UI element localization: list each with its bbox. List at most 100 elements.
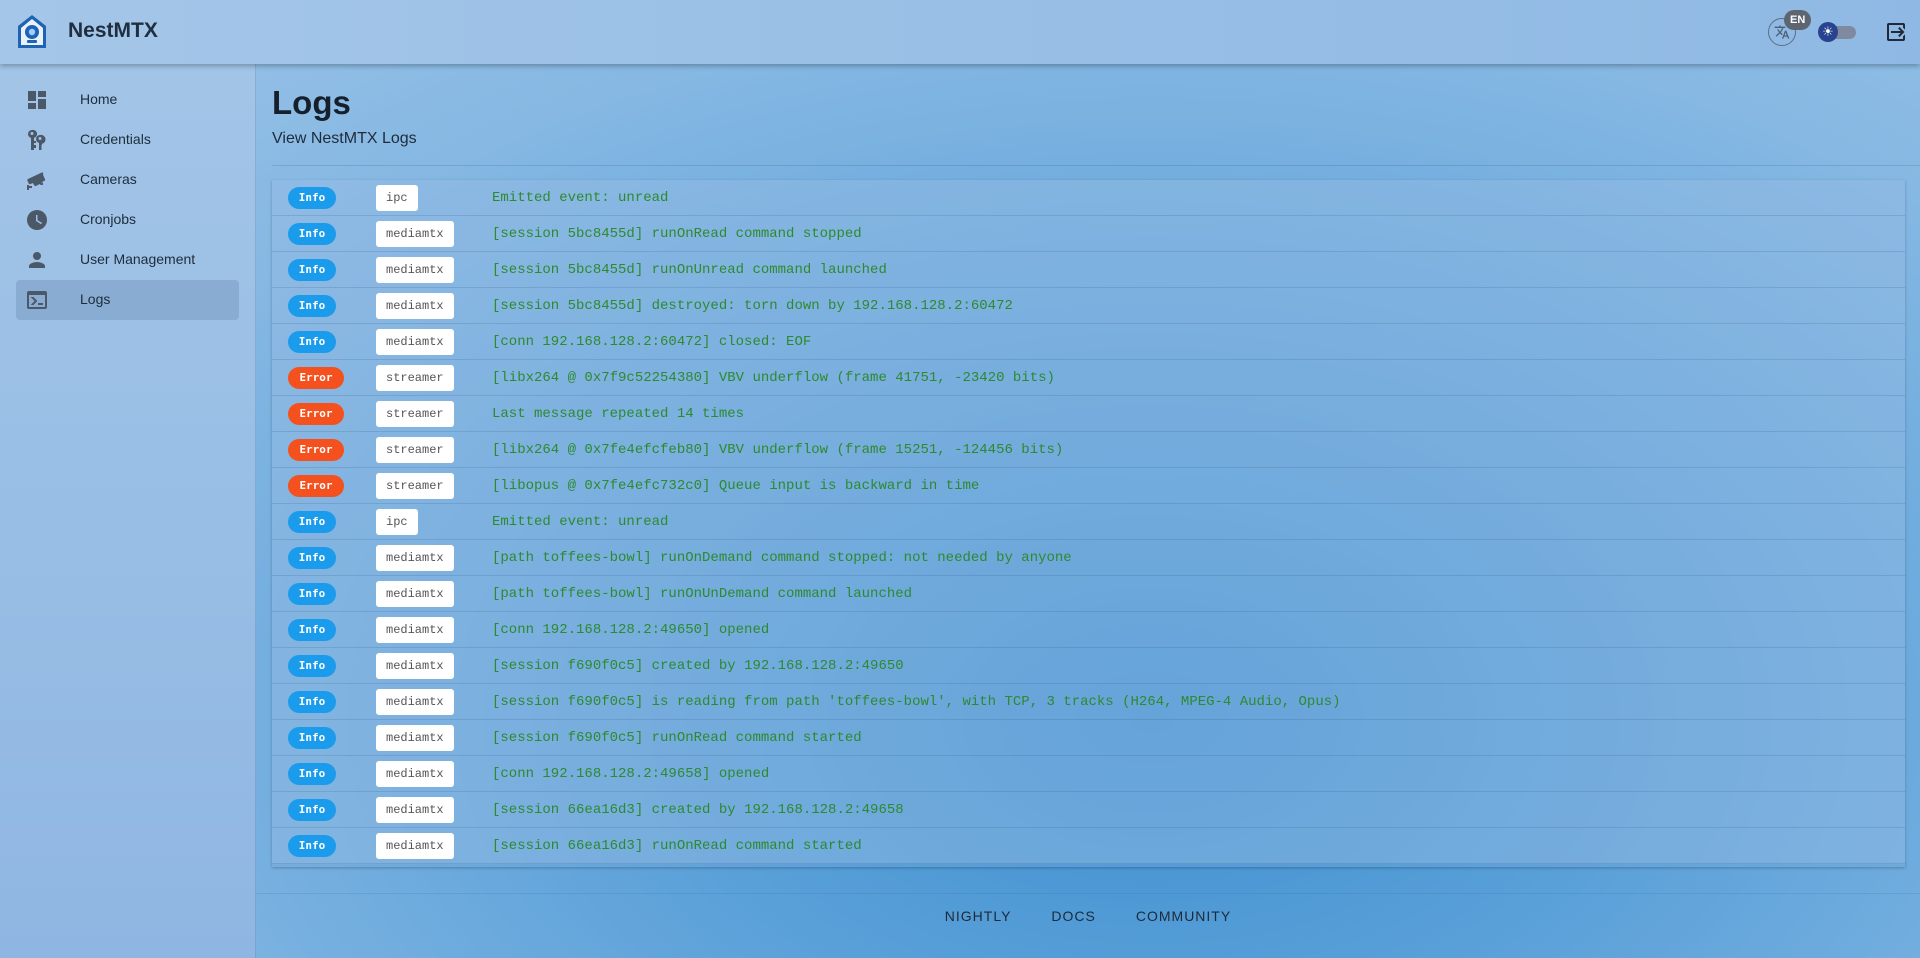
camera-house-icon[interactable]	[16, 14, 48, 50]
log-source-chip: mediamtx	[376, 221, 454, 247]
log-source-chip: mediamtx	[376, 797, 454, 823]
log-row: Info mediamtx [conn 192.168.128.2:49658] o…	[272, 756, 1905, 792]
footer-link-docs[interactable]: DOCS	[1051, 908, 1095, 924]
log-message: [libx264 @ 0x7f9c52254380] VBV underflow…	[492, 370, 1055, 386]
log-source-chip: mediamtx	[376, 653, 454, 679]
log-list[interactable]: Info ipc Emitted event: unread Info mediamtx…	[272, 180, 1905, 867]
log-level-badge: Info	[288, 727, 336, 749]
log-source-chip: ipc	[376, 185, 418, 211]
log-row: Info mediamtx [session 66ea16d3] created b…	[272, 792, 1905, 828]
log-level-badge: Error	[288, 367, 344, 389]
log-message: Emitted event: unread	[492, 190, 669, 206]
log-row: Info mediamtx [session 5bc8455d] runOnUnre…	[272, 252, 1905, 288]
language-badge[interactable]: EN	[1784, 10, 1812, 30]
sidebar-item-cronjobs[interactable]: Cronjobs	[16, 200, 239, 240]
footer-link-community[interactable]: COMMUNITY	[1136, 908, 1231, 924]
log-message: Last message repeated 14 times	[492, 406, 745, 422]
log-level-badge: Info	[288, 763, 336, 785]
log-message: [session f690f0c5] is reading from path …	[492, 694, 1341, 710]
log-level-badge: Error	[288, 439, 344, 461]
sidebar-item-logs[interactable]: Logs	[16, 280, 239, 320]
log-level-badge: Info	[288, 259, 336, 281]
log-row: Info mediamtx [session f690f0c5] created b…	[272, 648, 1905, 684]
log-level-badge: Info	[288, 655, 336, 677]
log-source-chip: mediamtx	[376, 293, 454, 319]
log-row: Info mediamtx [path toffees-bowl] runOnUnD…	[272, 576, 1905, 612]
sun-icon: ☀	[1818, 22, 1838, 42]
log-message: [conn 192.168.128.2:60472] closed: EOF	[492, 334, 812, 350]
log-source-chip: streamer	[376, 473, 454, 499]
main-content: Logs View NestMTX Logs Info ipc Emitted ev…	[256, 64, 1920, 958]
log-message: Emitted event: unread	[492, 514, 669, 530]
logout-icon[interactable]	[1884, 20, 1908, 44]
log-message: [session 5bc8455d] runOnRead command sto…	[492, 226, 862, 242]
log-level-badge: Info	[288, 547, 336, 569]
log-source-chip: streamer	[376, 401, 454, 427]
log-row: Error streamer [libopus @ 0x7fe4efc732c0] …	[272, 468, 1905, 504]
log-level-badge: Info	[288, 511, 336, 533]
log-level-badge: Info	[288, 187, 336, 209]
log-source-chip: mediamtx	[376, 617, 454, 643]
log-level-badge: Info	[288, 295, 336, 317]
log-message: [session 66ea16d3] created by 192.168.12…	[492, 802, 904, 818]
log-level-badge: Info	[288, 691, 336, 713]
sidebar-item-label: User Management	[80, 251, 196, 267]
log-message: [session f690f0c5] created by 192.168.12…	[492, 658, 904, 674]
console-icon	[27, 291, 47, 309]
log-source-chip: ipc	[376, 509, 418, 535]
log-level-badge: Error	[288, 475, 344, 497]
log-level-badge: Info	[288, 619, 336, 641]
log-source-chip: mediamtx	[376, 329, 454, 355]
sidebar-item-credentials[interactable]: Credentials	[16, 120, 239, 160]
log-level-badge: Info	[288, 583, 336, 605]
sidebar-item-home[interactable]: Home	[16, 80, 239, 120]
log-message: [session 5bc8455d] destroyed: torn down …	[492, 298, 1013, 314]
log-source-chip: mediamtx	[376, 545, 454, 571]
log-source-chip: mediamtx	[376, 689, 454, 715]
log-row: Info mediamtx [session f690f0c5] is readin…	[272, 684, 1905, 720]
divider	[272, 165, 1920, 166]
sidebar-item-cameras[interactable]: Cameras	[16, 160, 239, 200]
log-row: Info mediamtx [session f690f0c5] runOnRead…	[272, 720, 1905, 756]
top-app-bar: NestMTX EN ☀	[0, 0, 1920, 64]
log-message: [path toffees-bowl] runOnUnDemand comman…	[492, 586, 913, 602]
cctv-icon	[27, 172, 46, 190]
clock-icon	[27, 210, 47, 230]
theme-toggle[interactable]: ☀	[1818, 22, 1858, 42]
key-icon	[28, 129, 46, 150]
footer-divider	[256, 893, 1920, 894]
log-row: Error streamer [libx264 @ 0x7f9c52254380] …	[272, 360, 1905, 396]
log-row: Info mediamtx [path toffees-bowl] runOnDem…	[272, 540, 1905, 576]
log-message: [conn 192.168.128.2:49650] opened	[492, 622, 770, 638]
sidebar-item-label: Home	[80, 91, 118, 107]
log-source-chip: mediamtx	[376, 257, 454, 283]
log-message: [libopus @ 0x7fe4efc732c0] Queue input i…	[492, 478, 980, 494]
brand-name[interactable]: NestMTX	[68, 19, 158, 43]
log-row: Info ipc Emitted event: unread	[272, 504, 1905, 540]
log-level-badge: Info	[288, 331, 336, 353]
log-message: [path toffees-bowl] runOnDemand command …	[492, 550, 1072, 566]
sidebar-item-label: Logs	[80, 291, 111, 307]
page-subtitle: View NestMTX Logs	[272, 130, 417, 147]
log-level-badge: Info	[288, 799, 336, 821]
footer: NIGHTLY DOCS COMMUNITY	[256, 908, 1920, 926]
log-level-badge: Info	[288, 835, 336, 857]
log-row: Error streamer [libx264 @ 0x7fe4efcfeb80] …	[272, 432, 1905, 468]
log-message: [session f690f0c5] runOnRead command sta…	[492, 730, 862, 746]
sidebar-item-label: Cameras	[80, 171, 137, 187]
page-title: Logs	[272, 84, 351, 121]
log-source-chip: streamer	[376, 437, 454, 463]
log-row: Error streamer Last message repeated 14 ti…	[272, 396, 1905, 432]
log-message: [conn 192.168.128.2:49658] opened	[492, 766, 770, 782]
log-message: [session 66ea16d3] runOnRead command sta…	[492, 838, 862, 854]
sidebar-item-label: Cronjobs	[80, 211, 137, 227]
sidebar-item-label: Credentials	[80, 131, 151, 147]
footer-link-nightly[interactable]: NIGHTLY	[945, 908, 1012, 924]
log-source-chip: mediamtx	[376, 725, 454, 751]
sidebar-item-user-management[interactable]: User Management	[16, 240, 239, 280]
log-level-badge: Info	[288, 223, 336, 245]
log-message: [session 5bc8455d] runOnUnread command l…	[492, 262, 887, 278]
log-row: Info mediamtx [conn 192.168.128.2:60472] c…	[272, 324, 1905, 360]
log-level-badge: Error	[288, 403, 344, 425]
log-row: Info mediamtx [session 5bc8455d] runOnRead…	[272, 216, 1905, 252]
